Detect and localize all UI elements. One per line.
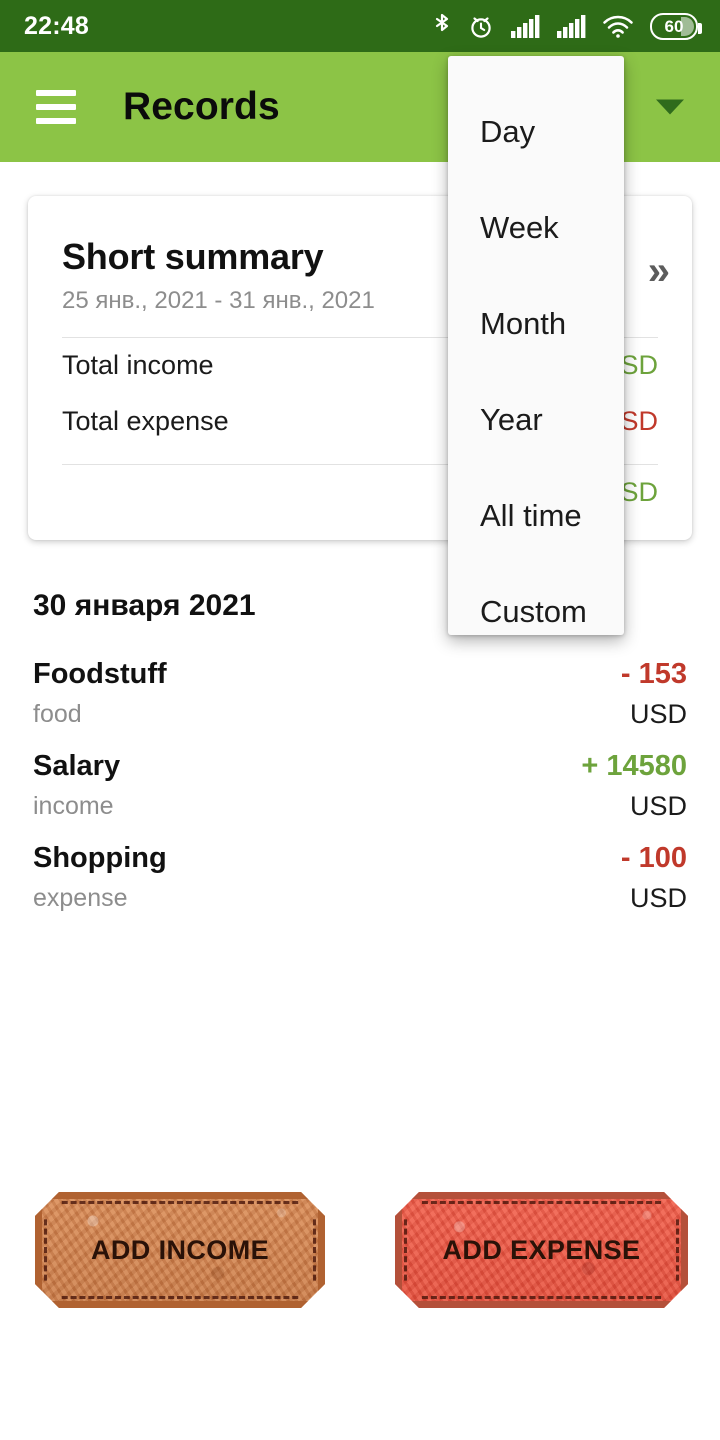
record-title: Salary: [33, 750, 121, 782]
hamburger-bar: [36, 118, 76, 124]
record-currency: USD: [629, 791, 687, 821]
status-icon-group: 60: [432, 12, 702, 40]
hamburger-bar: [36, 104, 76, 110]
hamburger-bar: [36, 90, 76, 96]
signal-icon-2: [556, 13, 586, 39]
menu-item-all-time[interactable]: All time: [448, 468, 624, 564]
record-category: expense: [33, 884, 128, 912]
add-expense-label: ADD EXPENSE: [442, 1234, 641, 1265]
records-list: Foodstuff food - 153 USD Salary income +…: [0, 652, 720, 928]
summary-row-label: Total expense: [62, 406, 229, 436]
menu-item-year[interactable]: Year: [448, 372, 624, 468]
record-amount: - 153: [620, 658, 687, 690]
double-chevron-right-icon[interactable]: »: [648, 251, 670, 291]
record-currency: USD: [629, 883, 687, 913]
alarm-icon: [468, 12, 494, 40]
menu-item-week[interactable]: Week: [448, 180, 624, 276]
period-dropdown-menu: Day Week Month Year All time Custom: [448, 56, 624, 635]
record-currency: USD: [629, 699, 687, 729]
list-item[interactable]: Foodstuff food - 153 USD: [0, 652, 720, 744]
add-income-label: ADD INCOME: [91, 1234, 269, 1265]
summary-row-label: Total income: [62, 350, 214, 380]
wifi-icon: [602, 13, 634, 39]
add-expense-button[interactable]: ADD EXPENSE: [395, 1192, 688, 1308]
add-income-button[interactable]: ADD INCOME: [35, 1192, 325, 1308]
summary-row-value: SD: [620, 350, 658, 380]
bluetooth-icon: [432, 12, 452, 40]
status-time: 22:48: [24, 11, 89, 40]
record-title: Shopping: [33, 842, 167, 874]
chevron-down-icon[interactable]: [656, 99, 684, 115]
list-item[interactable]: Salary income + 14580 USD: [0, 744, 720, 836]
hamburger-icon[interactable]: [36, 90, 76, 124]
battery-icon: 60: [650, 12, 702, 40]
record-category: food: [33, 700, 82, 728]
status-bar: 22:48 60: [0, 0, 720, 52]
record-amount: + 14580: [581, 750, 687, 782]
menu-item-custom[interactable]: Custom: [448, 564, 624, 660]
summary-row-value: SD: [620, 406, 658, 436]
list-item[interactable]: Shopping expense - 100 USD: [0, 836, 720, 928]
action-button-row: ADD INCOME ADD EXPENSE: [0, 1192, 720, 1312]
summary-total-value: SD: [620, 477, 658, 507]
menu-item-month[interactable]: Month: [448, 276, 624, 372]
records-date-header: 30 января 2021: [33, 589, 256, 622]
battery-level: 60: [664, 16, 684, 36]
app-screen: 22:48 60 Records Short summary 25 янв., …: [0, 0, 720, 1440]
record-title: Foodstuff: [33, 658, 167, 690]
page-title: Records: [123, 85, 280, 128]
record-amount: - 100: [620, 842, 687, 874]
menu-item-day[interactable]: Day: [448, 84, 624, 180]
signal-icon-1: [510, 13, 540, 39]
record-category: income: [33, 792, 114, 820]
